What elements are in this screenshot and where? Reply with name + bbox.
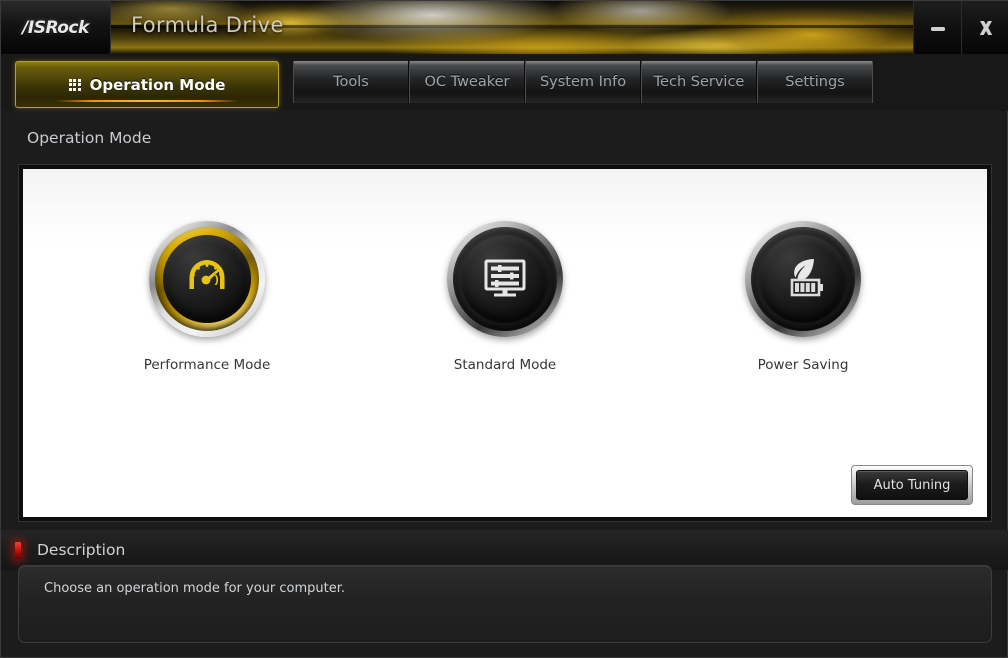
page-title: Operation Mode [27,129,152,147]
tab-operation-mode-label: Operation Mode [89,75,226,94]
content-panel: Performance Mode Standard Mode Power Sav… [23,169,987,517]
mode-standard-label: Standard Mode [453,357,557,373]
app-title: Formula Drive [131,13,284,37]
auto-tuning-button-frame: Auto Tuning [851,465,973,505]
close-icon [975,17,997,39]
header-banner: Formula Drive [111,1,913,54]
monitor-icon [477,249,533,310]
description-title: Description [37,541,126,559]
asrock-logo-text: /ISRock [22,17,89,38]
mode-selector: Performance Mode Standard Mode Power Sav… [23,221,987,373]
mode-performance[interactable]: Performance Mode [117,221,297,373]
auto-tuning-button[interactable]: Auto Tuning [856,470,968,500]
titlebar: /ISRock Formula Drive [1,1,1008,54]
tab-tools[interactable]: Tools [293,61,409,103]
content-panel-frame: Performance Mode Standard Mode Power Sav… [18,164,992,522]
mode-performance-label: Performance Mode [143,357,271,373]
formula-drive-window: /ISRock Formula Drive Operation Mode Too… [0,0,1008,658]
asrock-logo: /ISRock [1,1,111,54]
tab-settings[interactable]: Settings [757,61,873,103]
minimize-button[interactable] [913,1,961,54]
tab-tools-label: Tools [333,74,369,90]
grid-icon [68,78,81,91]
mode-standard-orb [447,221,563,337]
tab-operation-mode[interactable]: Operation Mode [15,61,279,108]
mode-standard[interactable]: Standard Mode [415,221,595,373]
tab-system-info[interactable]: System Info [525,61,641,103]
description-marker-icon [15,541,21,559]
tab-system-info-label: System Info [539,74,627,90]
tab-oc-tweaker[interactable]: OC Tweaker [409,61,525,103]
tab-tech-service[interactable]: Tech Service [641,61,757,103]
close-button[interactable] [961,1,1008,54]
description-text: Choose an operation mode for your comput… [44,581,346,596]
tab-bar: Operation Mode Tools OC Tweaker System I… [1,54,1008,111]
description-header: Description [1,530,1008,570]
tab-oc-tweaker-label: OC Tweaker [424,74,510,90]
speedometer-icon [179,249,235,310]
mode-power-saving[interactable]: Power Saving [713,221,893,373]
leaf-battery-icon [775,249,831,310]
description-box: Choose an operation mode for your comput… [18,565,992,643]
mode-power-saving-label: Power Saving [757,357,849,373]
tab-settings-label: Settings [785,74,845,90]
mode-power-saving-orb [745,221,861,337]
mode-performance-orb [149,221,265,337]
tab-tech-service-label: Tech Service [653,74,745,90]
minimize-icon [928,18,948,38]
